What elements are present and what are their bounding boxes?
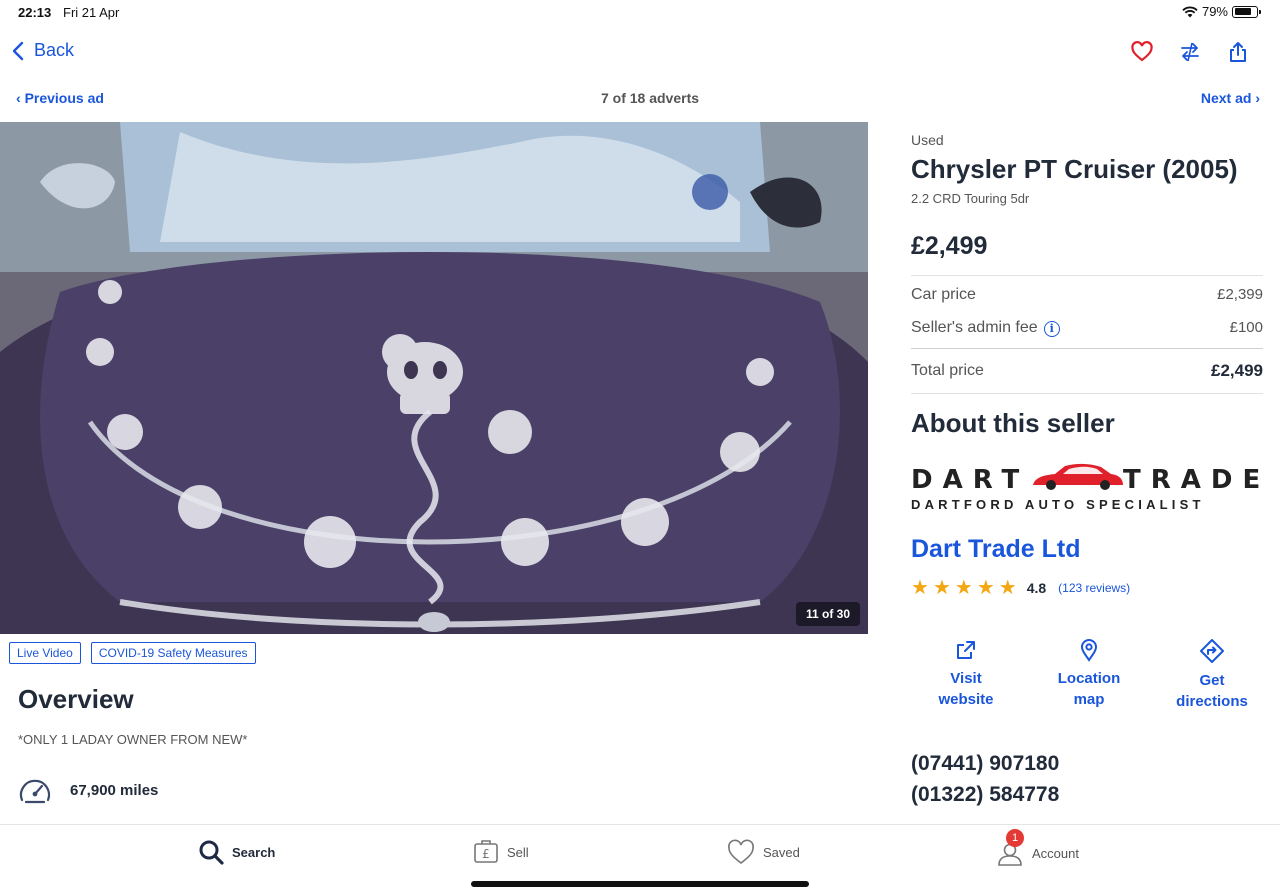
- admin-fee-label: Seller's admin fee: [911, 318, 1038, 336]
- mileage-row: 67,900 miles: [18, 776, 158, 804]
- visit-website-line2: website: [938, 691, 994, 708]
- status-bar: 22:13 Fri 21 Apr 79%: [0, 0, 1280, 26]
- back-label: Back: [34, 40, 75, 60]
- feature-tags: Live Video COVID-19 Safety Measures: [9, 642, 256, 664]
- previous-ad-label: Previous ad: [24, 90, 104, 106]
- ad-navigation: 7 of 18 adverts ‹ Previous ad Next ad ›: [0, 90, 1280, 112]
- clock: 22:13: [18, 5, 52, 20]
- rating-score: 4.8: [1026, 580, 1047, 596]
- tab-search-label: Search: [232, 844, 276, 860]
- tag-live-video[interactable]: Live Video: [9, 642, 81, 664]
- status-indicators: 79%: [1182, 4, 1261, 19]
- chevron-left-icon: [12, 41, 24, 60]
- visit-website-button[interactable]: Visit website: [911, 638, 1021, 712]
- overview-title: Overview: [18, 684, 134, 714]
- star-icon: ★: [911, 577, 929, 599]
- total-price-label: Total price: [911, 362, 984, 379]
- listing-title: Chrysler PT Cruiser (2005): [911, 154, 1238, 184]
- sell-tag-icon: £: [474, 840, 498, 863]
- share-icon[interactable]: [1226, 40, 1250, 64]
- price-breakdown: Car price £2,399 Seller's admin fee i £10…: [911, 275, 1263, 394]
- phone-number[interactable]: (07441) 907180: [911, 748, 1263, 779]
- account-icon-wrap: 1: [996, 829, 1024, 867]
- logo-text-right: TRADE: [1123, 465, 1271, 495]
- top-actions: [1130, 40, 1250, 64]
- battery-icon: [1232, 5, 1261, 18]
- tab-sell[interactable]: £ Sell: [473, 839, 529, 865]
- tab-sell-label: Sell: [507, 844, 529, 860]
- star-icon: ★: [976, 577, 995, 599]
- seller-actions: Visit website Location map Get direction…: [911, 638, 1267, 712]
- speedometer-icon: [19, 779, 51, 804]
- car-illustration: [0, 122, 868, 634]
- tab-account[interactable]: 1 Account: [996, 829, 1079, 867]
- location-map-button[interactable]: Location map: [1034, 638, 1144, 712]
- external-link-icon: [957, 641, 975, 659]
- seller-name-link[interactable]: Dart Trade Ltd: [911, 535, 1263, 564]
- heart-outline-icon: [728, 839, 754, 865]
- mileage-value: 67,900 miles: [70, 781, 159, 799]
- admin-fee-value: £100: [1229, 319, 1263, 336]
- next-ad-label: Next ad: [1200, 90, 1252, 106]
- star-icon: ★: [954, 577, 973, 599]
- visit-website-line1: Visit: [950, 670, 982, 687]
- seller-rating: ★ ★ ★ ★ ★ 4.8 (123 reviews): [911, 578, 1263, 598]
- logo-tagline: DARTFORD AUTO SPECIALIST: [911, 497, 1205, 512]
- top-nav: Back: [0, 34, 1280, 74]
- tab-saved-label: Saved: [763, 844, 800, 860]
- next-ad-link[interactable]: Next ad ›: [1201, 90, 1260, 106]
- overview-description: *ONLY 1 LADAY OWNER FROM NEW*: [18, 732, 248, 747]
- battery-percent: 79%: [1201, 4, 1228, 19]
- total-price-value: £2,499: [1211, 361, 1263, 380]
- seller-logo: DART TRADE DARTFORD AUTO SPECIALIST: [911, 461, 1260, 513]
- compare-icon[interactable]: [1178, 40, 1202, 64]
- get-directions-line2: directions: [1176, 693, 1248, 710]
- location-map-line1: Location: [1057, 670, 1121, 687]
- car-price-value: £2,399: [1217, 286, 1263, 303]
- listing-price: £2,499: [911, 232, 988, 260]
- car-logo-icon: [1033, 463, 1123, 490]
- home-indicator[interactable]: [471, 881, 809, 887]
- seller-phones: (07441) 907180 (01322) 584778: [911, 748, 1263, 810]
- wifi-icon: [1182, 6, 1198, 17]
- tab-saved[interactable]: Saved: [727, 839, 800, 865]
- star-icon: ★: [932, 577, 951, 599]
- tab-search[interactable]: Search: [198, 839, 275, 865]
- location-map-line2: map: [1073, 691, 1105, 708]
- info-icon[interactable]: i: [1043, 320, 1060, 337]
- listing-subtitle: 2.2 CRD Touring 5dr: [911, 191, 1030, 206]
- tag-covid-measures[interactable]: COVID-19 Safety Measures: [90, 642, 256, 664]
- map-pin-icon: [1080, 639, 1098, 662]
- heart-icon[interactable]: [1130, 40, 1154, 64]
- car-photo[interactable]: 11 of 30: [0, 122, 868, 634]
- svg-text:£: £: [482, 847, 490, 861]
- car-price-row: Car price £2,399: [911, 278, 1263, 311]
- star-icon: ★: [998, 577, 1017, 599]
- back-button[interactable]: Back: [12, 40, 74, 61]
- total-price-row: Total price £2,499: [911, 348, 1263, 394]
- directions-icon: [1200, 639, 1224, 663]
- car-price-label: Car price: [911, 285, 976, 303]
- get-directions-button[interactable]: Get directions: [1157, 638, 1267, 712]
- tab-account-label: Account: [1032, 845, 1079, 861]
- get-directions-line1: Get: [1199, 672, 1225, 689]
- phone-number[interactable]: (01322) 584778: [911, 779, 1263, 810]
- notification-badge: 1: [1006, 829, 1024, 847]
- advert-position: 7 of 18 adverts: [600, 90, 700, 106]
- logo-text-left: DART: [911, 465, 1030, 495]
- admin-fee-row: Seller's admin fee i £100: [911, 311, 1263, 344]
- search-icon: [199, 840, 224, 865]
- tab-bar: Search £ Sell Saved 1 Account: [0, 824, 1280, 894]
- date: Fri 21 Apr: [63, 5, 120, 20]
- previous-ad-link[interactable]: ‹ Previous ad: [16, 90, 104, 106]
- condition-label: Used: [911, 132, 944, 148]
- seller-section-title: About this seller: [911, 408, 1115, 438]
- photo-counter: 11 of 30: [795, 602, 860, 626]
- reviews-link[interactable]: (123 reviews): [1058, 581, 1130, 595]
- listing-details: Used Chrysler PT Cruiser (2005) 2.2 CRD …: [911, 132, 1263, 810]
